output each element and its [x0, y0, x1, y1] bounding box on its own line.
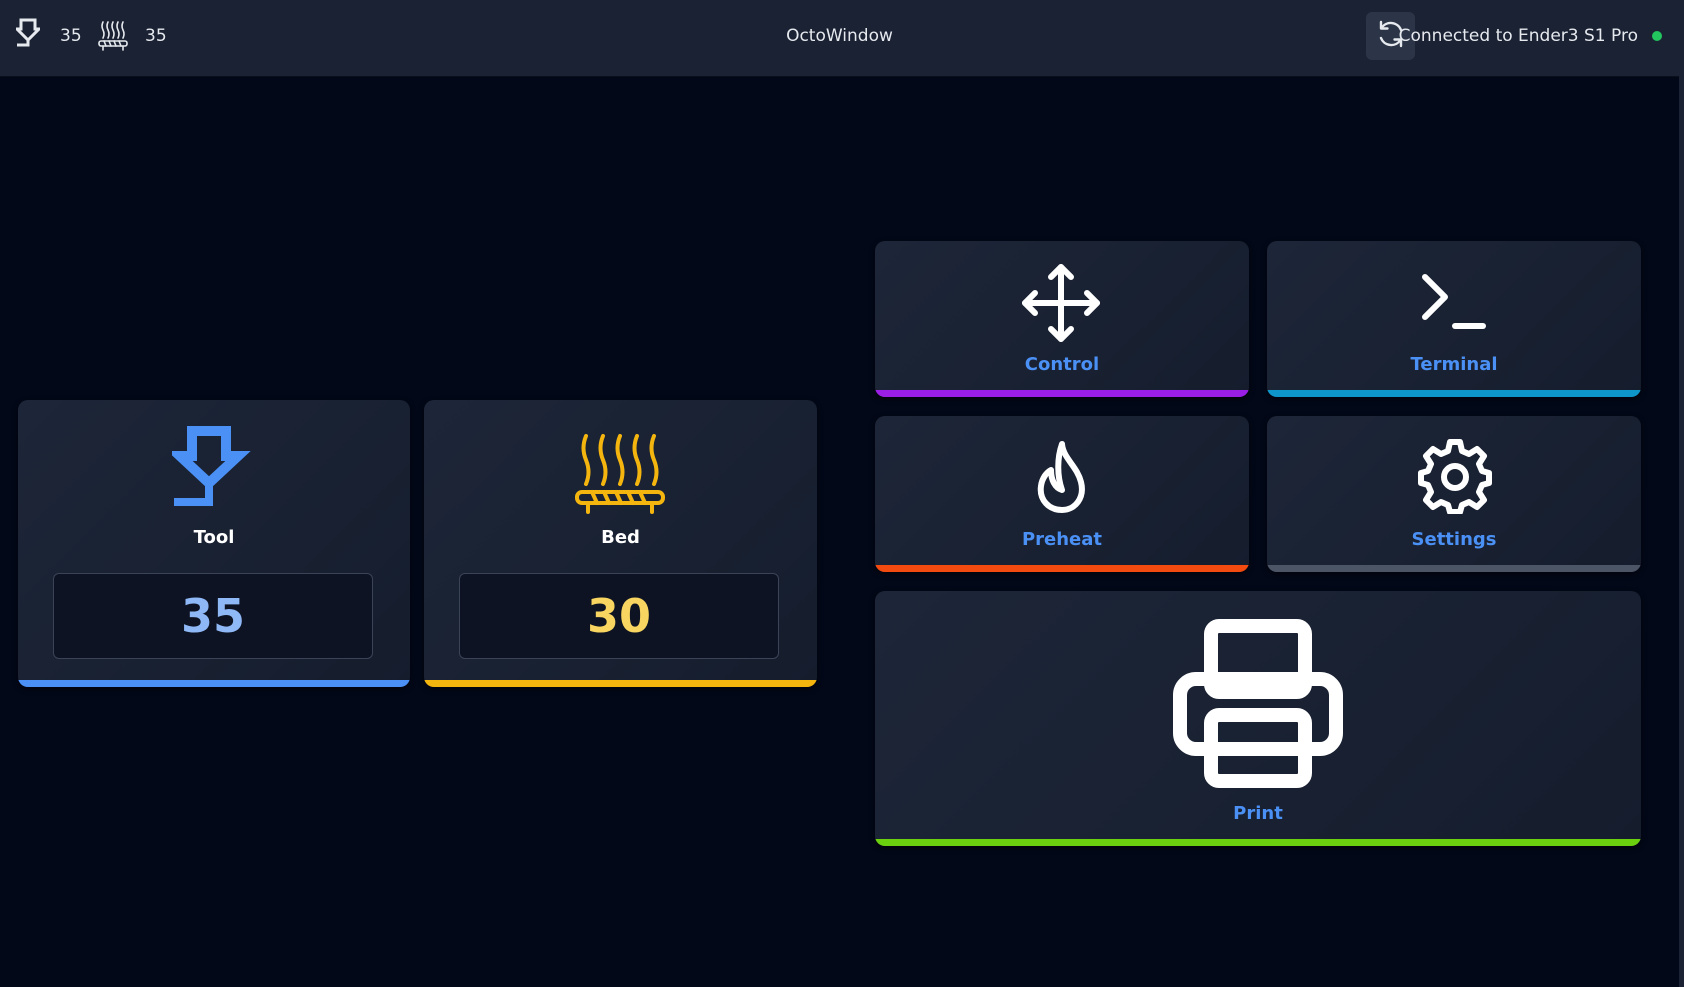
bed-temp-card[interactable]: Bed 30: [424, 400, 817, 687]
connection-status-dot: [1652, 31, 1662, 41]
settings-accent-bar: [1267, 565, 1641, 572]
move-arrows-icon: [1021, 263, 1101, 347]
settings-label: Settings: [1411, 529, 1497, 550]
preheat-accent-bar: [875, 565, 1249, 572]
heated-bed-icon: [574, 432, 666, 520]
scrollbar[interactable]: [1679, 0, 1684, 987]
print-accent-bar: [875, 839, 1641, 846]
flame-icon: [1031, 440, 1093, 520]
terminal-accent-bar: [1267, 390, 1641, 397]
settings-button[interactable]: Settings: [1267, 416, 1641, 572]
terminal-button[interactable]: Terminal: [1267, 241, 1641, 397]
print-label: Print: [1233, 803, 1283, 824]
bed-accent-bar: [424, 680, 817, 687]
control-button[interactable]: Control: [875, 241, 1249, 397]
bed-temp-input[interactable]: 30: [459, 573, 779, 659]
terminal-prompt-icon: [1419, 271, 1489, 335]
tool-accent-bar: [18, 680, 410, 687]
tool-temp-card[interactable]: Tool 35: [18, 400, 410, 687]
extruder-nozzle-icon: [167, 426, 256, 516]
top-bar: 35 35 OctoWindow Connected to Ender3 S1 …: [0, 0, 1679, 77]
preheat-label: Preheat: [1021, 529, 1103, 550]
gear-icon: [1417, 438, 1493, 518]
control-accent-bar: [875, 390, 1249, 397]
preheat-button[interactable]: Preheat: [875, 416, 1249, 572]
control-label: Control: [1024, 354, 1100, 375]
terminal-label: Terminal: [1410, 354, 1498, 375]
bed-label: Bed: [601, 527, 640, 548]
tool-label: Tool: [193, 527, 235, 548]
connection-status-text: Connected to Ender3 S1 Pro: [1398, 26, 1638, 46]
printer-icon: [1173, 619, 1343, 793]
print-button[interactable]: Print: [875, 591, 1641, 846]
tool-temp-input[interactable]: 35: [53, 573, 373, 659]
